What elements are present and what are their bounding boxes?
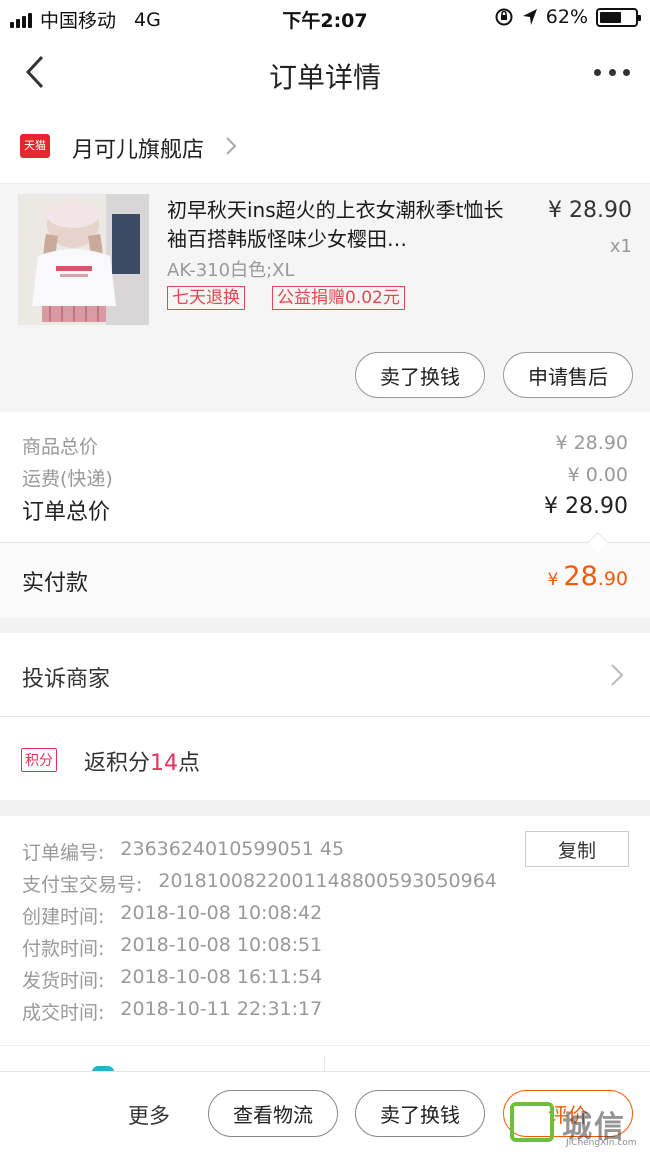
battery-percent: 62% bbox=[545, 6, 588, 28]
complain-merchant-label: 投诉商家 bbox=[22, 667, 111, 692]
deal-time-row: 成交时间: 2018-10-11 22:31:17 bbox=[22, 998, 322, 1025]
shop-header[interactable]: 天猫 月可儿旗舰店 bbox=[0, 110, 650, 184]
points-row: 积分 返积分14点 bbox=[0, 717, 650, 800]
actual-paid-label: 实付款 bbox=[22, 571, 89, 596]
product-quantity: x1 bbox=[609, 236, 632, 257]
points-number: 14 bbox=[150, 751, 179, 776]
watermark-logo: 城信 JiChengXin.com bbox=[510, 1102, 638, 1148]
deal-time-label: 成交时间: bbox=[22, 1002, 105, 1024]
status-bar: 中国移动 4G 下午2:07 62% bbox=[0, 0, 650, 36]
alipay-trade-value: 2018100822001148800593050964 bbox=[158, 870, 497, 892]
order-info: 订单编号: 2363624010599051 45 复制 支付宝交易号: 201… bbox=[0, 816, 650, 1046]
shipping-label: 运费(快递) bbox=[22, 468, 113, 490]
page-title: 订单详情 bbox=[268, 61, 381, 94]
shipping-time-row: 发货时间: 2018-10-08 16:11:54 bbox=[22, 966, 322, 993]
battery-icon bbox=[596, 7, 641, 27]
points-prefix: 返积分 bbox=[84, 751, 151, 776]
shipping-time-label: 发货时间: bbox=[22, 970, 105, 992]
created-time-value: 2018-10-08 10:08:42 bbox=[120, 902, 323, 924]
chevron-right-icon bbox=[226, 137, 237, 155]
product-price: ¥ 28.90 bbox=[548, 198, 632, 223]
order-total-label: 订单总价 bbox=[22, 500, 111, 525]
order-number-value: 2363624010599051 45 bbox=[120, 838, 345, 860]
sell-item-button-bottom[interactable]: 卖了换钱 bbox=[355, 1090, 485, 1137]
complain-merchant-row[interactable]: 投诉商家 bbox=[0, 633, 650, 717]
deal-time-value: 2018-10-11 22:31:17 bbox=[120, 998, 323, 1020]
paid-integer: 28 bbox=[563, 561, 598, 592]
shipping-value: ¥ 0.00 bbox=[567, 464, 628, 486]
order-number-row: 订单编号: 2363624010599051 45 bbox=[22, 838, 344, 865]
alipay-trade-row: 支付宝交易号: 2018100822001148800593050964 bbox=[22, 870, 497, 897]
goods-total-label: 商品总价 bbox=[22, 436, 99, 458]
watermark-subtext: JiChengXin.com bbox=[566, 1138, 637, 1148]
product-title[interactable]: 初早秋天ins超火的上衣女潮秋季t恤长袖百搭韩版怪味少女樱田… bbox=[167, 196, 507, 254]
order-total-row: 订单总价 ¥ 28.90 bbox=[22, 494, 628, 526]
actual-paid-amount: ¥ 28.90 bbox=[548, 561, 629, 592]
order-item[interactable]: 初早秋天ins超火的上衣女潮秋季t恤长袖百搭韩版怪味少女樱田… ¥ 28.90 … bbox=[0, 184, 650, 412]
actual-paid-row: 实付款 ¥ 28.90 bbox=[0, 543, 650, 618]
order-number-label: 订单编号: bbox=[22, 842, 105, 864]
paid-currency: ¥ bbox=[547, 570, 559, 590]
goods-total-value: ¥ 28.90 bbox=[555, 432, 628, 454]
points-suffix: 点 bbox=[178, 751, 201, 776]
view-logistics-button[interactable]: 查看物流 bbox=[208, 1090, 338, 1137]
chevron-right-icon bbox=[611, 664, 624, 686]
status-right: 62% bbox=[494, 6, 641, 28]
points-text: 返积分14点 bbox=[84, 745, 200, 777]
shop-name: 月可儿旗舰店 bbox=[72, 138, 205, 163]
price-summary: 商品总价 ¥ 28.90 运费(快递) ¥ 0.00 订单总价 ¥ 28.90 … bbox=[0, 412, 650, 618]
points-badge: 积分 bbox=[21, 748, 57, 772]
payment-time-row: 付款时间: 2018-10-08 10:08:51 bbox=[22, 934, 322, 961]
charity-tag: 公益捐赠0.02元 bbox=[272, 286, 405, 310]
product-sku: AK-310白色;XL bbox=[167, 260, 295, 281]
contact-section-peek bbox=[0, 1046, 650, 1076]
payment-time-label: 付款时间: bbox=[22, 938, 105, 960]
nav-bar: 订单详情 bbox=[0, 36, 650, 110]
watermark-box-icon bbox=[510, 1102, 554, 1142]
shipping-row: 运费(快递) ¥ 0.00 bbox=[22, 464, 628, 491]
created-time-row: 创建时间: 2018-10-08 10:08:42 bbox=[22, 902, 322, 929]
battery-fill bbox=[600, 11, 622, 23]
more-options-icon[interactable] bbox=[594, 62, 630, 82]
copy-button[interactable]: 复制 bbox=[525, 831, 629, 867]
alipay-trade-label: 支付宝交易号: bbox=[22, 874, 143, 896]
goods-total-row: 商品总价 ¥ 28.90 bbox=[22, 432, 628, 459]
paid-decimal: .90 bbox=[597, 568, 628, 590]
more-button[interactable]: 更多 bbox=[128, 1100, 170, 1130]
product-thumbnail[interactable] bbox=[18, 194, 149, 325]
order-total-value: ¥ 28.90 bbox=[544, 494, 628, 519]
return-policy-tag: 七天退换 bbox=[167, 286, 245, 310]
sell-item-button[interactable]: 卖了换钱 bbox=[355, 352, 485, 398]
created-time-label: 创建时间: bbox=[22, 906, 105, 928]
orientation-lock-icon bbox=[495, 8, 513, 26]
location-arrow-icon bbox=[522, 9, 537, 25]
payment-time-value: 2018-10-08 10:08:51 bbox=[120, 934, 323, 956]
after-sales-button[interactable]: 申请售后 bbox=[503, 352, 633, 398]
tmall-logo-icon: 天猫 bbox=[20, 134, 50, 158]
shipping-time-value: 2018-10-08 16:11:54 bbox=[120, 966, 323, 988]
